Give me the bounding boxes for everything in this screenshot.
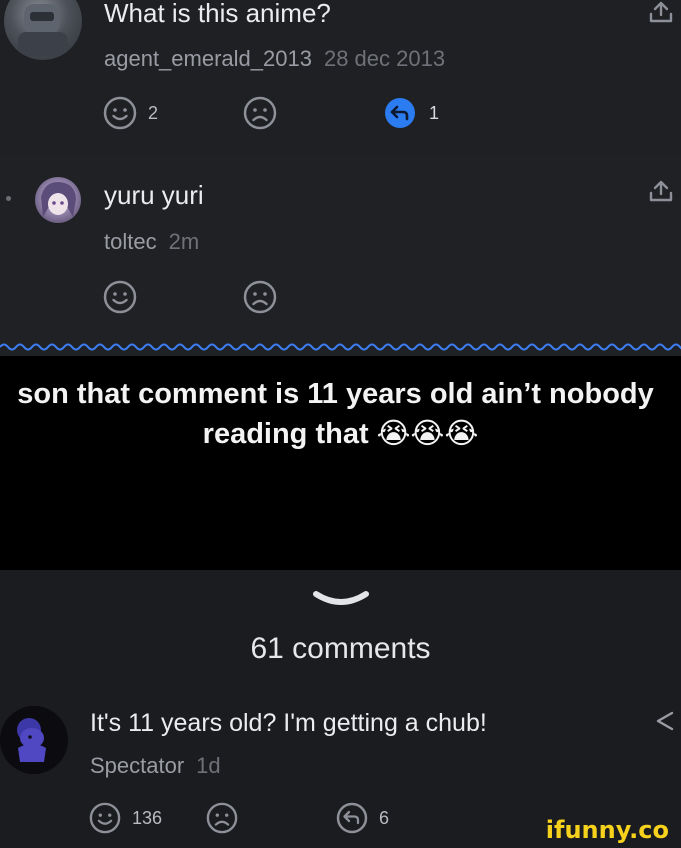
smile-button[interactable]: [103, 280, 137, 314]
timestamp: 28 dec 2013: [323, 46, 446, 71]
unsmile-button[interactable]: [243, 280, 277, 314]
caption-text: son that comment is 11 years old ain’t n…: [0, 374, 681, 454]
unsmile-icon: [206, 802, 238, 834]
username-link[interactable]: toltec: [104, 229, 157, 254]
smile-icon: [103, 96, 137, 130]
reply-comment: yuru yuri toltec 2m: [0, 155, 681, 343]
smile-count: 2: [148, 103, 159, 123]
wavy-divider: [0, 338, 681, 356]
unsmile-icon: [243, 96, 277, 130]
comment-meta: Spectator 1d: [90, 753, 221, 779]
timestamp: 2m: [168, 229, 200, 254]
smile-button[interactable]: [89, 802, 121, 834]
smile-button[interactable]: [103, 96, 137, 130]
unsmile-button[interactable]: [206, 802, 238, 834]
unsmile-button[interactable]: [243, 96, 277, 130]
comment-title: It's 11 years old? I'm getting a chub!: [90, 709, 487, 737]
reply-button[interactable]: [384, 97, 416, 129]
ifunny-watermark: ifunny.co: [545, 816, 669, 844]
comment-meta: toltec 2m: [104, 229, 199, 255]
avatar[interactable]: [35, 177, 81, 223]
unsmile-icon: [243, 280, 277, 314]
reply-count: 6: [379, 808, 390, 828]
avatar[interactable]: [0, 706, 68, 774]
reply-icon: [385, 98, 415, 128]
caption-line-2: reading that 😭😭😭: [202, 418, 479, 450]
avatar[interactable]: [4, 0, 82, 60]
reply-button[interactable]: [336, 802, 368, 834]
share-icon[interactable]: [648, 0, 674, 24]
reply-icon: [336, 802, 368, 834]
comment-title: yuru yuri: [104, 180, 204, 210]
timestamp: 1d: [196, 753, 221, 778]
thread-dot: [6, 196, 11, 201]
username-link[interactable]: agent_emerald_2013: [104, 46, 312, 71]
share-icon[interactable]: [648, 179, 674, 203]
smile-icon: [103, 280, 137, 314]
smile-count: 136: [132, 808, 163, 828]
username-link[interactable]: Spectator: [90, 753, 184, 778]
reply-count: 1: [429, 103, 440, 123]
collapse-chevron-icon[interactable]: [312, 590, 370, 613]
comments-count: 61 comments: [250, 632, 431, 665]
comment-meta: agent_emerald_2013 28 dec 2013: [104, 46, 445, 72]
share-icon[interactable]: [654, 710, 676, 732]
top-comment: What is this anime? agent_emerald_2013 28…: [0, 0, 681, 155]
comment-title: What is this anime?: [104, 0, 331, 28]
smile-icon: [89, 802, 121, 834]
caption-line-1: son that comment is 11 years old ain’t n…: [17, 378, 654, 410]
